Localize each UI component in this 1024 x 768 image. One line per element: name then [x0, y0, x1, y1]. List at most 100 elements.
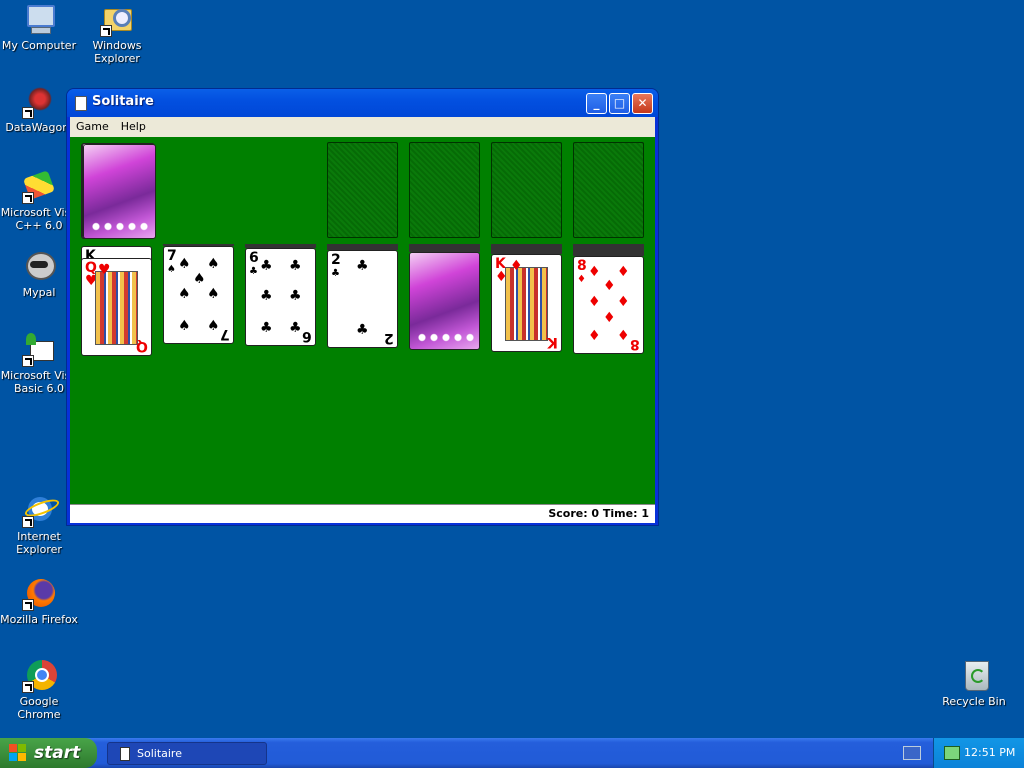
tableau-card-queen-hearts[interactable]: Q ♥ ♥ Q — [81, 258, 152, 356]
recycle-bin-icon — [957, 659, 991, 693]
tableau-card-face-down[interactable] — [409, 252, 480, 350]
spade-icon: ♠ — [178, 256, 191, 272]
shortcut-arrow-icon — [22, 355, 34, 367]
queen-face-icon — [95, 271, 138, 345]
desktop-icon-my-computer[interactable]: My Computer — [0, 3, 78, 52]
shortcut-arrow-icon — [22, 107, 34, 119]
card-rank: 2 — [384, 330, 394, 346]
solitaire-app-icon — [75, 96, 87, 111]
club-icon: ♣ — [260, 288, 273, 304]
window-title: Solitaire — [92, 94, 154, 109]
desktop-icon-label: Google Chrome — [17, 695, 61, 721]
diamond-icon: ♦ — [617, 294, 630, 310]
foundation-slot-3[interactable] — [491, 142, 562, 238]
minimize-icon: _ — [593, 96, 600, 110]
solitaire-window[interactable]: Solitaire _ □ ✕ Game Help K Q ♥ ♥ Q 7 ♠ … — [67, 89, 658, 525]
shortcut-arrow-icon — [22, 599, 34, 611]
club-icon: ♣ — [249, 266, 258, 277]
keyboard-icon[interactable] — [903, 746, 921, 760]
card-rank: 6 — [249, 250, 259, 266]
shortcut-arrow-icon — [22, 681, 34, 693]
taskbar-item-label: Solitaire — [137, 747, 182, 760]
spade-icon: ♠ — [178, 286, 191, 302]
diamond-icon: ♦ — [588, 264, 601, 280]
system-tray: 12:51 PM — [933, 738, 1024, 768]
computer-icon — [22, 3, 56, 37]
solitaire-app-icon — [120, 747, 130, 761]
maximize-button[interactable]: □ — [609, 93, 630, 114]
tableau-card-six-clubs[interactable]: 6 ♣ ♣ ♣ ♣ ♣ ♣ ♣ 6 — [245, 248, 316, 346]
desktop-icon-label: My Computer — [1, 39, 77, 52]
diamond-icon: ♦ — [588, 328, 601, 344]
diamond-icon: ♦ — [603, 310, 616, 326]
firefox-icon — [22, 577, 56, 611]
foundation-slot-2[interactable] — [409, 142, 480, 238]
spade-icon: ♠ — [207, 286, 220, 302]
heart-icon: ♥ — [98, 262, 111, 278]
spade-icon: ♠ — [193, 271, 206, 287]
king-face-icon — [505, 267, 548, 341]
close-button[interactable]: ✕ — [632, 93, 653, 114]
diamond-icon: ♦ — [617, 264, 630, 280]
desktop-icon-windows-explorer[interactable]: Windows Explorer — [78, 3, 156, 65]
card-rank: 7 — [220, 326, 230, 342]
club-icon: ♣ — [289, 258, 302, 274]
desktop-icon-mozilla-firefox[interactable]: Mozilla Firefox — [0, 577, 78, 626]
diamond-icon: ♦ — [588, 294, 601, 310]
internet-explorer-icon — [22, 494, 61, 528]
minimize-button[interactable]: _ — [586, 93, 607, 114]
network-icon[interactable] — [944, 746, 960, 760]
visual-basic-icon — [22, 333, 56, 367]
start-button[interactable]: start — [0, 738, 97, 768]
shortcut-arrow-icon — [100, 25, 112, 37]
tableau-card-two-clubs[interactable]: 2 ♣ ♣ ♣ 2 — [327, 250, 398, 348]
shortcut-arrow-icon — [22, 192, 34, 204]
diamond-icon: ♦ — [577, 274, 586, 285]
raccoon-icon — [22, 250, 56, 284]
clock[interactable]: 12:51 PM — [964, 738, 1015, 768]
desktop-icon-label: Mozilla Firefox — [0, 613, 78, 626]
spade-icon: ♠ — [178, 318, 191, 334]
tableau-card-eight-diamonds[interactable]: 8 ♦ ♦ ♦ ♦ ♦ ♦ ♦ ♦ ♦ 8 — [573, 256, 644, 354]
club-icon: ♣ — [356, 258, 369, 274]
menu-help[interactable]: Help — [115, 117, 152, 137]
card-rank: 7 — [167, 248, 177, 264]
card-rank: 8 — [630, 336, 640, 352]
card-rank: 2 — [331, 252, 341, 268]
club-icon: ♣ — [356, 322, 369, 338]
desktop-icon-google-chrome[interactable]: Google Chrome — [0, 659, 78, 721]
tableau-card-seven-spades[interactable]: 7 ♠ ♠ ♠ ♠ ♠ ♠ ♠ ♠ 7 — [163, 246, 234, 344]
windows-logo-icon — [9, 744, 27, 762]
title-bar[interactable]: Solitaire _ □ ✕ — [67, 89, 658, 117]
card-rank: Q — [136, 338, 148, 354]
spade-icon: ♠ — [207, 318, 220, 334]
maximize-icon: □ — [613, 96, 626, 110]
chrome-icon — [22, 659, 57, 693]
tableau-card-king-diamonds[interactable]: K ♦ ♦ K — [491, 254, 562, 352]
club-icon: ♣ — [289, 320, 302, 336]
shortcut-arrow-icon — [22, 516, 34, 528]
foundation-slot-4[interactable] — [573, 142, 644, 238]
visual-cpp-icon — [22, 170, 56, 204]
diamond-icon: ♦ — [510, 258, 523, 274]
menu-game[interactable]: Game — [70, 117, 115, 137]
close-icon: ✕ — [637, 96, 648, 110]
foundation-slot-1[interactable] — [327, 142, 398, 238]
folder-search-icon — [100, 3, 134, 37]
desktop-icon-label: Recycle Bin — [942, 695, 1006, 708]
club-icon: ♣ — [331, 268, 340, 279]
club-icon: ♣ — [260, 258, 273, 274]
desktop-icon-label: Windows Explorer — [92, 39, 142, 65]
card-rank: 8 — [577, 258, 587, 274]
taskbar: start Solitaire 12:51 PM — [0, 738, 1024, 768]
desktop-icon-label: Internet Explorer — [16, 530, 62, 556]
taskbar-item-solitaire[interactable]: Solitaire — [107, 742, 267, 765]
diamond-icon: ♦ — [617, 328, 630, 344]
diamond-icon: ♦ — [603, 278, 616, 294]
start-label: start — [34, 743, 81, 763]
desktop-icon-recycle-bin[interactable]: Recycle Bin — [935, 659, 1013, 708]
game-table[interactable]: K Q ♥ ♥ Q 7 ♠ ♠ ♠ ♠ ♠ ♠ ♠ ♠ 7 6 ♣ ♣ ♣ ♣ … — [70, 137, 655, 504]
menu-bar: Game Help — [70, 117, 655, 137]
score-time-text: Score: 0 Time: 1 — [548, 507, 649, 520]
datawagon-icon — [22, 85, 56, 119]
